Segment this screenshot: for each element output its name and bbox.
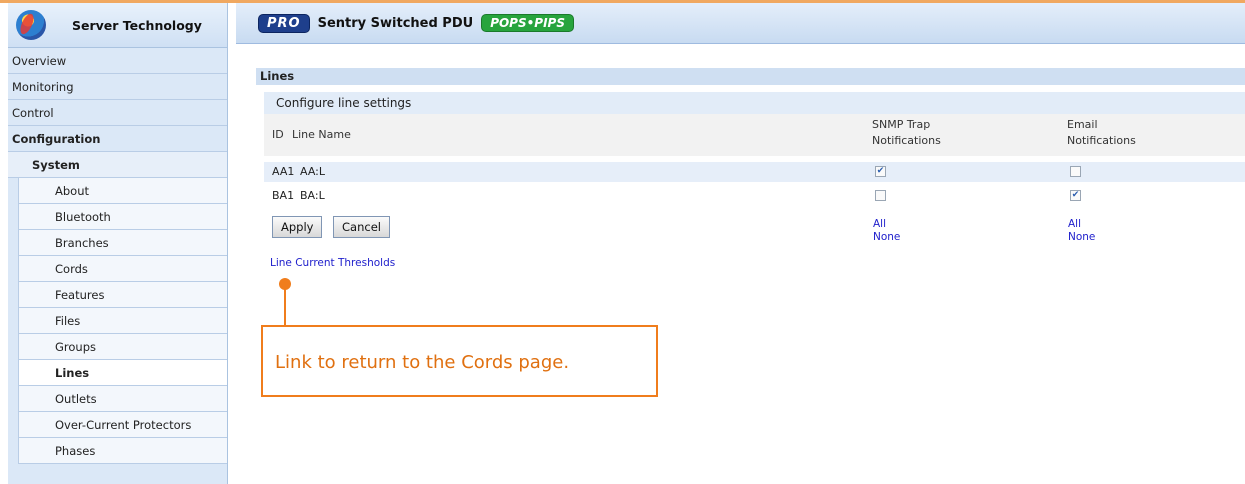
- cancel-button[interactable]: Cancel: [333, 216, 390, 238]
- nav-cords[interactable]: Cords: [18, 256, 227, 282]
- email-checkbox[interactable]: ✔: [1070, 190, 1081, 201]
- sidebar: Server Technology Overview Monitoring Co…: [8, 3, 228, 484]
- nav-overview[interactable]: Overview: [8, 48, 227, 74]
- row-id: AA1: [272, 165, 295, 178]
- nav-bluetooth[interactable]: Bluetooth: [18, 204, 227, 230]
- line-current-thresholds-link[interactable]: Line Current Thresholds: [270, 257, 395, 269]
- callout-connector: [284, 289, 286, 327]
- nav-about[interactable]: About: [18, 178, 227, 204]
- table-row: BA1 BA:L ✔: [264, 186, 1245, 206]
- nav-lines[interactable]: Lines: [18, 360, 227, 386]
- nav-features[interactable]: Features: [18, 282, 227, 308]
- nav-control[interactable]: Control: [8, 100, 227, 126]
- row-line-name: BA:L: [300, 189, 325, 202]
- snmp-select-all-link[interactable]: All: [873, 218, 886, 230]
- nav-groups[interactable]: Groups: [18, 334, 227, 360]
- column-snmp-line1: SNMP Trap: [872, 118, 931, 131]
- row-id: BA1: [272, 189, 295, 202]
- snmp-checkbox[interactable]: [875, 190, 886, 201]
- email-select-all-link[interactable]: All: [1068, 218, 1081, 230]
- table-row: AA1 AA:L ✔: [264, 162, 1245, 182]
- column-id: ID: [272, 128, 284, 141]
- nav-over-current-protectors[interactable]: Over-Current Protectors: [18, 412, 227, 438]
- column-line-name: Line Name: [292, 128, 351, 141]
- nav-files[interactable]: Files: [18, 308, 227, 334]
- column-snmp-line2: Notifications: [872, 134, 941, 147]
- page-header: PRO Sentry Switched PDU POPS•PIPS: [236, 3, 1245, 44]
- apply-button[interactable]: Apply: [272, 216, 323, 238]
- table-header: ID Line Name SNMP Trap Notifications Ema…: [264, 114, 1245, 156]
- column-email-line2: Notifications: [1067, 134, 1136, 147]
- product-name: Sentry Switched PDU: [317, 15, 474, 31]
- snmp-select-none-link[interactable]: None: [873, 231, 900, 243]
- row-line-name: AA:L: [300, 165, 325, 178]
- column-email-line1: Email: [1067, 118, 1098, 131]
- snmp-checkbox[interactable]: ✔: [875, 166, 886, 177]
- pro-badge: PRO: [258, 13, 310, 33]
- nav-system[interactable]: System: [8, 152, 227, 178]
- nav-phases[interactable]: Phases: [18, 438, 227, 464]
- callout-box: Link to return to the Cords page.: [261, 325, 658, 397]
- email-checkbox[interactable]: [1070, 166, 1081, 177]
- nav-configuration[interactable]: Configuration: [8, 126, 227, 152]
- subsection-title: Configure line settings: [264, 92, 1245, 114]
- brand-header: Server Technology: [8, 3, 227, 48]
- nav-branches[interactable]: Branches: [18, 230, 227, 256]
- nav-monitoring[interactable]: Monitoring: [8, 74, 227, 100]
- server-technology-logo-icon: [16, 10, 46, 40]
- nav-outlets[interactable]: Outlets: [18, 386, 227, 412]
- email-select-none-link[interactable]: None: [1068, 231, 1095, 243]
- pops-pips-badge: POPS•PIPS: [481, 14, 574, 32]
- section-title: Lines: [256, 68, 1245, 85]
- brand-name: Server Technology: [72, 17, 202, 33]
